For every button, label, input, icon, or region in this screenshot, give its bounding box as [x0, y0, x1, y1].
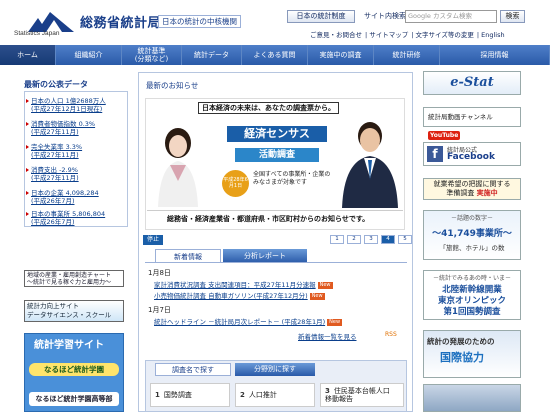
news-unemployment[interactable]: 完全失業率 3.3% (平成27年11月) [25, 143, 82, 159]
regional-chart-banner[interactable]: 地域の産業・雇用創造チャート ～統計で見る稼ぐ力と雇用力～ [24, 270, 124, 287]
text-size-link[interactable]: 文字サイズ等の変更 [416, 31, 474, 39]
survey-number: 1 [155, 391, 160, 399]
pager-4[interactable]: 4 [381, 235, 395, 244]
nav-data[interactable]: 統計データ [182, 45, 242, 65]
nav-about[interactable]: 組織紹介 [56, 45, 122, 65]
hero-date-badge: 平成28年6月1日 [222, 170, 249, 197]
tab-new-info[interactable]: 新着情報 [155, 249, 221, 263]
hero-target-text: 全国すべての事業所・企業の みなさまが対象です [253, 171, 331, 186]
slideshow-stop-button[interactable]: 停止 [143, 235, 163, 245]
news-enterprises[interactable]: 日本の企業 4,098,284 (平成26年7月) [26, 189, 99, 205]
latest-data-box: 日本の人口 1億2688万人 (平成27年12月1日現在) 消費者物価指数 0.… [24, 91, 128, 227]
pager-1[interactable]: 1 [330, 235, 344, 244]
slideshow-pager: 1 2 3 4 5 [330, 235, 412, 244]
news-establishments[interactable]: 日本の事業所 5,806,804 (平成26年7月) [25, 210, 105, 226]
learning-site-title: 統計学習サイト [34, 340, 104, 351]
survey-migration-button[interactable]: 3 住民基本台帳人口 移動報告 [320, 383, 404, 407]
news-date: 1月8日 [148, 269, 171, 277]
survey-number: 3 [325, 387, 330, 395]
then-and-now-item: 第1回国勢調査 [443, 307, 501, 317]
nav-faq[interactable]: よくある質問 [242, 45, 308, 65]
survey-number: 2 [240, 391, 245, 399]
news-entry-link[interactable]: 小売物価統計調査 自動車ガソリン(平成27年12月分) [154, 292, 308, 300]
survey-population-estimate-button[interactable]: 2 人口推計 [235, 383, 315, 407]
new-badge: New [317, 282, 333, 289]
video-channel-label: 統計局動画チャンネル [428, 113, 493, 121]
news-cpi[interactable]: 消費者物価指数 0.3% (平成27年11月) [25, 120, 95, 136]
topic-number-value: ～41,749事業所～ [432, 229, 512, 239]
site-search-label: サイト内検索 [364, 12, 406, 20]
nav-home[interactable]: ホーム [0, 45, 56, 65]
tab-search-by-field[interactable]: 分野別に探す [235, 363, 315, 376]
statistics-system-button[interactable]: 日本の統計制度 [287, 10, 355, 23]
then-and-now-heading: －統計でみるあの時・いま－ [432, 275, 511, 282]
news-consumption[interactable]: 消費支出 -2.9% (平成27年11月) [26, 166, 79, 182]
intl-cooperation-line2: 国際協力 [440, 351, 484, 364]
pager-3[interactable]: 3 [364, 235, 378, 244]
news-population[interactable]: 日本の人口 1億2688万人 (平成27年12月1日現在) [26, 97, 106, 113]
hero-title: 経済センサス [227, 126, 327, 142]
hero-tagline: 日本経済の未来は、あなたの調査票から。 [198, 102, 339, 114]
nav-recruit[interactable]: 採用情報 [440, 45, 550, 65]
news-entry: 家計消費状況調査 支出関連項目：平成27年11月分速報 New [154, 279, 333, 289]
survey-label: 人口推計 [248, 391, 277, 399]
news-entry-link[interactable]: 統計ヘッドライン －統計局月次レポート－ (平成28年1月) [154, 318, 325, 326]
latest-news-title: 最新のお知らせ [146, 81, 199, 90]
nav-standards[interactable]: 統計基準 (分類など) [122, 45, 182, 65]
tab-search-by-survey[interactable]: 調査名で探す [155, 363, 231, 376]
estat-banner[interactable]: e-Stat [423, 71, 521, 95]
new-badge: New [327, 319, 343, 326]
more-news-link[interactable]: 新着情報一覧を見る [298, 331, 357, 341]
data-science-school-banner[interactable]: 統計力向上サイト データサイエンス・スクール [24, 300, 124, 322]
survey-label: 住民基本台帳人口 移動報告 [325, 387, 390, 403]
facebook-label: Facebook [447, 152, 495, 162]
topic-number-subtitle: 「旅館、ホテル」の数 [439, 244, 505, 252]
hero-subtitle: 活動調査 [235, 148, 319, 162]
naruhodo-high-school-link[interactable]: なるほど統計学園高等部 [29, 392, 119, 406]
job-survey-status: 実施中 [476, 189, 498, 197]
presenter-woman-image [158, 128, 198, 207]
contact-link[interactable]: ご意見・お問合せ [310, 31, 362, 39]
news-date: 1月7日 [148, 306, 171, 314]
new-badge: New [309, 293, 325, 300]
rss-link[interactable]: RSS [385, 331, 397, 338]
job-survey-line1: 就業希望の把握に関する [433, 180, 511, 188]
presenter-man-image [342, 122, 398, 208]
youtube-icon: YouTube [428, 131, 461, 140]
site-search-input[interactable]: Google カスタム検索 [405, 10, 497, 23]
pager-2[interactable]: 2 [347, 235, 361, 244]
utility-links: ご意見・お問合せ | サイトマップ | 文字サイズ等の変更 | English [310, 31, 505, 39]
facebook-icon: f [427, 146, 443, 162]
nav-surveys[interactable]: 実施中の調査 [308, 45, 374, 65]
news-entry-link[interactable]: 家計消費状況調査 支出関連項目：平成27年11月分速報 [154, 281, 316, 289]
search-button[interactable]: 検索 [500, 10, 525, 23]
video-channel-banner[interactable]: 統計局動画チャンネル YouTube [423, 107, 521, 140]
statistics-japan-logo-icon[interactable] [28, 6, 74, 32]
survey-label: 国勢調査 [163, 391, 192, 399]
logo-english-text[interactable]: Statistics Japan [14, 30, 60, 37]
tab-divider [145, 262, 407, 263]
job-survey-line2: 準備調査 [446, 189, 475, 197]
hero-footer-text: 総務省・経済産業省・都道府県・市区町村からのお知らせです。 [147, 210, 403, 227]
bottom-photo-banner[interactable] [423, 384, 521, 412]
logo-japanese-text[interactable]: 総務省統計局 [80, 12, 161, 31]
nav-training[interactable]: 統計研修 [374, 45, 440, 65]
latest-data-title: 最新の公表データ [24, 80, 88, 89]
tab-analysis-report[interactable]: 分析レポート [223, 249, 307, 263]
global-nav: ホーム 組織紹介 統計基準 (分類など) 統計データ よくある質問 実施中の調査… [0, 45, 550, 65]
english-link[interactable]: English [481, 31, 504, 39]
job-survey-banner[interactable]: 就業希望の把握に関する 準備調査 実施中 [423, 178, 521, 200]
news-entry: 小売物価統計調査 自動車ガソリン(平成27年12月分) New [154, 290, 325, 300]
naruhodo-gakuen-link[interactable]: なるほど統計学園 [29, 363, 119, 376]
tagline: 日本の統計の中核機関 [158, 15, 241, 28]
topic-number-heading: －話題の数字－ [450, 215, 493, 222]
intl-cooperation-line1: 統計の発展のための [427, 337, 495, 346]
news-entry: 統計ヘッドライン －統計局月次レポート－ (平成28年1月) New [154, 316, 343, 326]
survey-census-button[interactable]: 1 国勢調査 [150, 383, 230, 407]
sitemap-link[interactable]: サイトマップ [369, 31, 408, 39]
pager-5[interactable]: 5 [398, 235, 412, 244]
